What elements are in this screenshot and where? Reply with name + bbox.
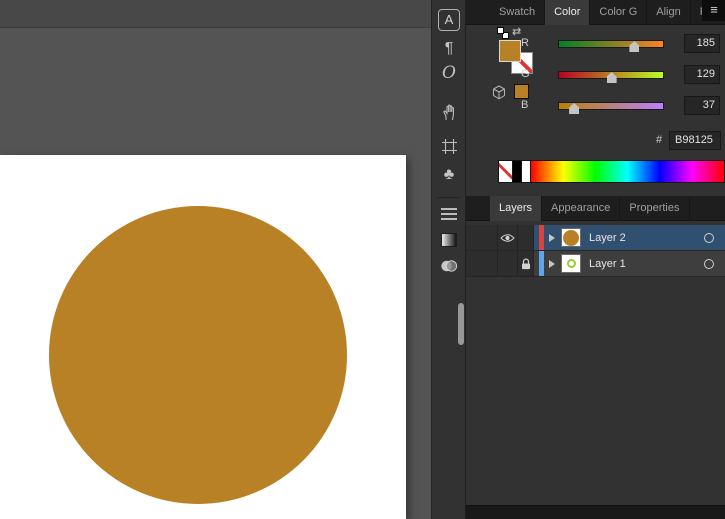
symbols-panel-icon[interactable]: ♣: [432, 165, 466, 185]
color-panel-tabbar: Swatch Color Color G Align Pathfin ≡: [466, 0, 725, 25]
right-panel-dock: Swatch Color Color G Align Pathfin ≡ ⇄ R: [465, 0, 725, 519]
red-channel-label: R: [521, 37, 529, 49]
tab-appearance[interactable]: Appearance: [542, 196, 621, 221]
tab-color[interactable]: Color: [545, 0, 591, 25]
layer-name: Layer 1: [589, 257, 626, 270]
green-value-field[interactable]: 129: [684, 65, 720, 84]
panel-menu-icon[interactable]: ≡: [702, 0, 725, 21]
gradient-panel-icon[interactable]: [432, 233, 466, 247]
color-spectrum-strip: [498, 160, 725, 183]
out-of-web-gamut-icon[interactable]: [492, 85, 506, 105]
layer-thumbnail[interactable]: [561, 228, 581, 247]
layer-target-icon[interactable]: [704, 258, 714, 269]
blue-slider-handle[interactable]: [569, 103, 580, 114]
red-slider-row: R 185: [521, 34, 721, 56]
lock-toggle[interactable]: [518, 225, 534, 250]
artboard: [0, 155, 406, 519]
hex-row: # B98125: [656, 131, 725, 151]
character-panel-icon[interactable]: A: [432, 9, 466, 31]
lock-icon: [521, 258, 530, 269]
visibility-toggle[interactable]: [498, 225, 518, 250]
canvas-area[interactable]: [0, 0, 431, 519]
tab-align[interactable]: Align: [647, 0, 691, 25]
layer-target-icon[interactable]: [704, 232, 714, 243]
green-slider-row: G 129: [521, 65, 721, 87]
fill-swatch[interactable]: [499, 40, 521, 62]
opentype-panel-icon[interactable]: O: [432, 63, 466, 83]
expand-chevron-icon[interactable]: [549, 259, 555, 268]
hex-label: #: [656, 134, 663, 146]
collapsed-panel-strip: A ¶ O ♣: [431, 0, 465, 519]
artboards-panel-icon[interactable]: [432, 139, 466, 159]
green-slider-handle[interactable]: [606, 72, 617, 83]
layer-row-spacer: [466, 251, 498, 276]
default-fill-stroke-icon[interactable]: [497, 27, 510, 40]
eye-icon: [500, 233, 515, 242]
layer-row-layer2[interactable]: Layer 2: [466, 225, 725, 251]
artwork-circle[interactable]: [49, 206, 347, 504]
red-slider-track[interactable]: [558, 40, 664, 52]
tab-swatches[interactable]: Swatch: [490, 0, 546, 25]
application-window: A ¶ O ♣ Swatch Color Color G Align ≡ ⇄ R…: [0, 0, 725, 519]
blue-slider-track[interactable]: [558, 102, 664, 114]
none-swatch[interactable]: [499, 161, 513, 182]
layer-color-bar: [539, 251, 544, 276]
red-value-field[interactable]: 185: [684, 34, 720, 53]
visibility-toggle[interactable]: [498, 251, 518, 276]
red-slider-handle[interactable]: [629, 41, 640, 52]
dock-bottom-bar: [466, 505, 725, 519]
strip-scrollbar-thumb[interactable]: [458, 303, 464, 345]
hand-tool-icon[interactable]: [432, 104, 466, 126]
spectrum-bar[interactable]: [531, 161, 725, 182]
blue-slider-row: B 37: [521, 96, 721, 118]
hex-value-field[interactable]: B98125: [669, 131, 721, 150]
stroke-panel-icon[interactable]: [432, 205, 466, 223]
canvas-top-bar: [0, 0, 431, 28]
layer-name: Layer 2: [589, 231, 626, 244]
layer-row-spacer: [466, 225, 498, 250]
layers-panel-tabbar: Layers Appearance Properties: [466, 196, 725, 221]
tab-color-guide[interactable]: Color G: [590, 0, 648, 25]
black-swatch[interactable]: [513, 161, 522, 182]
lock-toggle[interactable]: [518, 251, 534, 276]
green-channel-label: G: [521, 68, 530, 80]
layer-color-bar: [539, 225, 544, 250]
green-slider-track[interactable]: [558, 71, 664, 83]
paragraph-panel-icon[interactable]: ¶: [432, 39, 466, 59]
strip-divider: [437, 197, 461, 198]
layer-thumbnail[interactable]: [561, 254, 581, 273]
white-swatch[interactable]: [522, 161, 531, 182]
transparency-panel-icon[interactable]: [432, 259, 466, 278]
blue-value-field[interactable]: 37: [684, 96, 720, 115]
swap-fill-stroke-icon[interactable]: ⇄: [512, 25, 521, 38]
layer-row-layer1[interactable]: Layer 1: [466, 251, 725, 277]
expand-chevron-icon[interactable]: [549, 233, 555, 242]
tab-layers[interactable]: Layers: [490, 196, 543, 221]
tab-properties[interactable]: Properties: [620, 196, 690, 221]
blue-channel-label: B: [521, 99, 529, 111]
